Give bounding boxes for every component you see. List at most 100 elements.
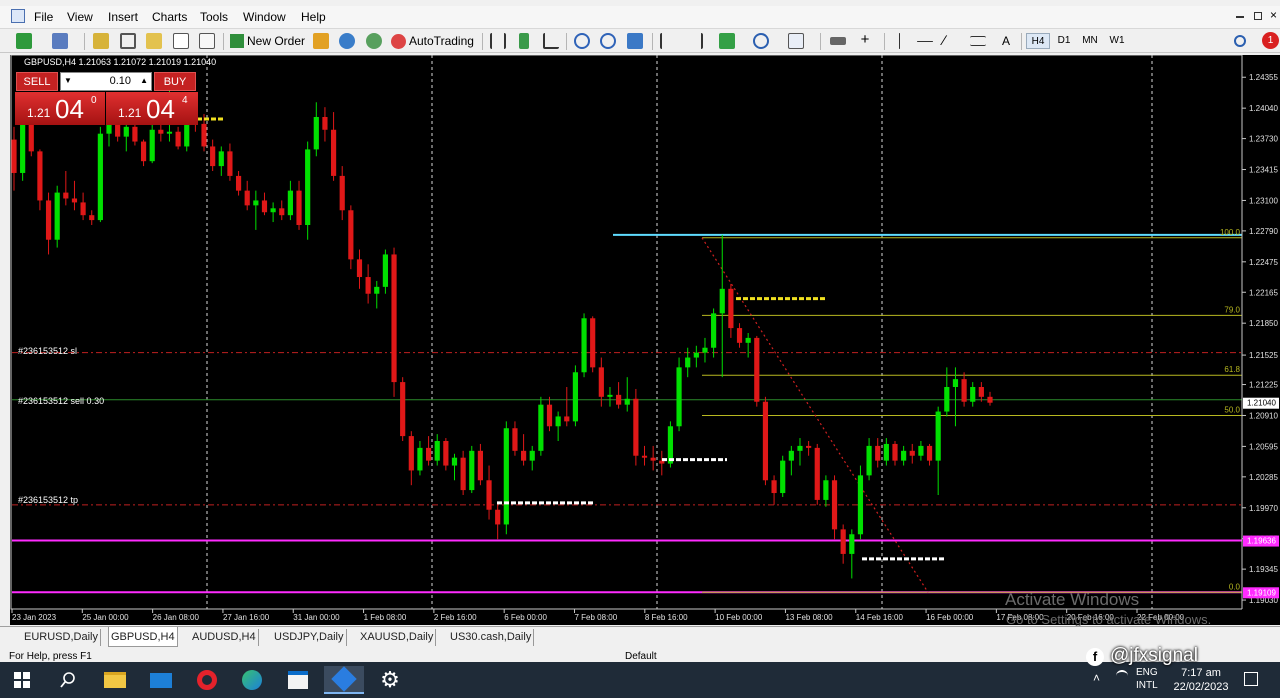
candle-body: [210, 146, 216, 167]
autotrading-button[interactable]: AutoTrading: [391, 32, 474, 50]
tab-xauusd-daily[interactable]: XAUUSD,Daily: [358, 629, 437, 646]
indicators-icon[interactable]: [719, 33, 735, 49]
status-help-text: For Help, press F1: [9, 651, 92, 662]
mail-icon: [150, 672, 172, 688]
data-window-icon[interactable]: [120, 33, 136, 49]
candle-body: [935, 411, 941, 461]
horizontal-line-icon[interactable]: [917, 41, 933, 42]
wifi-icon[interactable]: [1116, 670, 1128, 682]
candle-body: [261, 200, 268, 213]
time-tick-label: 6 Feb 00:00: [504, 613, 547, 622]
language-indicator[interactable]: ENG INTL: [1136, 666, 1158, 692]
zoom-in-icon[interactable]: [574, 33, 590, 49]
search-icon[interactable]: [1234, 35, 1246, 47]
periods-icon[interactable]: [753, 33, 769, 49]
candle-body: [270, 208, 276, 213]
chart-shift-icon[interactable]: [660, 33, 676, 49]
templates-icon[interactable]: [788, 33, 804, 49]
autoscroll-icon[interactable]: [687, 33, 703, 49]
tab-eurusd-daily[interactable]: EURUSD,Daily: [22, 629, 101, 646]
time-tick-label: 31 Jan 00:00: [293, 613, 340, 622]
file-explorer-button[interactable]: [95, 666, 135, 694]
sell-price[interactable]: 1.21 04 0: [15, 92, 105, 125]
candle-body: [797, 445, 803, 451]
menu-view[interactable]: View: [67, 10, 93, 24]
settings-button[interactable]: ⚙: [370, 666, 410, 694]
tab-us30-daily[interactable]: US30.cash,Daily: [448, 629, 535, 646]
tab-usdjpy-daily[interactable]: USDJPY,Daily: [272, 629, 347, 646]
timeframe-h4-button[interactable]: H4: [1026, 33, 1050, 49]
new-chart-icon[interactable]: [16, 33, 32, 49]
profiles-icon[interactable]: [52, 33, 68, 49]
channel-icon[interactable]: [970, 36, 986, 46]
menu-file[interactable]: File: [34, 10, 53, 24]
time-tick-label: 23 Jan 2023: [12, 613, 57, 622]
metatrader-button[interactable]: [324, 666, 364, 694]
price-tick-label: 1.23730: [1249, 135, 1278, 144]
buy-button[interactable]: BUY: [154, 72, 196, 91]
taskbar-search-button[interactable]: [48, 666, 88, 694]
timeframe-mn-button[interactable]: MN: [1078, 33, 1102, 49]
edge-button[interactable]: [232, 666, 272, 694]
store-icon: [288, 671, 308, 689]
menu-tools[interactable]: Tools: [200, 10, 228, 24]
vertical-line-icon[interactable]: [899, 33, 900, 49]
candle-body: [875, 445, 881, 461]
tile-windows-icon[interactable]: [627, 33, 643, 49]
fib-level-label: 61.8: [1224, 365, 1240, 374]
sell-button[interactable]: SELL: [16, 72, 58, 91]
tab-audusd-h4[interactable]: AUDUSD,H4: [190, 629, 259, 646]
store-button[interactable]: [278, 666, 318, 694]
watermark-title: Activate Windows: [1005, 590, 1140, 609]
zoom-out-icon[interactable]: [600, 33, 616, 49]
crosshair-icon[interactable]: +: [857, 32, 873, 49]
toolbar-separator: [652, 33, 653, 50]
fibonacci-retracement[interactable]: 100.0 79.0 61.8 50.0 0.0: [701, 228, 1242, 593]
market-icon[interactable]: [366, 33, 382, 49]
menu-window[interactable]: Window: [243, 10, 286, 24]
signals-icon[interactable]: [339, 33, 355, 49]
menu-help[interactable]: Help: [301, 10, 326, 24]
metaeditor-icon[interactable]: [313, 33, 329, 49]
text-tool-icon[interactable]: A: [998, 33, 1014, 49]
minimize-icon[interactable]: [1236, 16, 1244, 18]
mail-button[interactable]: [141, 666, 181, 694]
social-handle: @jfxsignal: [1110, 645, 1198, 666]
start-button[interactable]: [2, 666, 42, 694]
lot-size-input[interactable]: ▼ 0.10 ▲: [60, 72, 152, 91]
chart-canvas[interactable]: 100.0 79.0 61.8 50.0 0.0 1.24355 1.24040 1.237…: [10, 55, 1280, 625]
tray-chevron-icon[interactable]: ˄: [1093, 671, 1100, 685]
strategy-tester-icon[interactable]: [199, 33, 215, 49]
candlestick-chart-icon[interactable]: [519, 33, 529, 49]
action-center-icon[interactable]: [1244, 672, 1258, 686]
restore-icon[interactable]: [1254, 12, 1262, 20]
timeframe-w1-button[interactable]: W1: [1105, 33, 1129, 49]
lot-increase-icon[interactable]: ▲: [140, 76, 148, 85]
notification-icon[interactable]: 1: [1262, 32, 1279, 49]
candle-body: [54, 192, 60, 240]
cursor-icon[interactable]: [830, 37, 846, 45]
price-tick-label: 1.21525: [1249, 351, 1278, 360]
new-order-button[interactable]: New Order: [230, 32, 305, 50]
candle-body: [814, 447, 820, 500]
candle-body: [279, 208, 285, 216]
close-icon[interactable]: ×: [1270, 8, 1277, 22]
lot-decrease-icon[interactable]: ▼: [64, 76, 72, 85]
timeframe-d1-button[interactable]: D1: [1052, 33, 1076, 49]
trendline-icon[interactable]: ∕: [943, 33, 959, 49]
line-chart-icon[interactable]: [543, 33, 559, 49]
chart-window[interactable]: 100.0 79.0 61.8 50.0 0.0 1.24355 1.24040 1.237…: [10, 55, 1280, 627]
bar-chart-icon[interactable]: [490, 33, 506, 49]
market-watch-icon[interactable]: [93, 33, 109, 49]
buy-price[interactable]: 1.21 04 4: [106, 92, 198, 125]
terminal-icon[interactable]: [173, 33, 189, 49]
menu-charts[interactable]: Charts: [152, 10, 187, 24]
candle-body: [745, 337, 751, 343]
navigator-icon[interactable]: [146, 33, 162, 49]
menu-insert[interactable]: Insert: [108, 10, 138, 24]
tab-gbpusd-h4[interactable]: GBPUSD,H4: [108, 627, 178, 647]
plot-frame: [10, 55, 1243, 610]
menu-bar: File View Insert Charts Tools Window Hel…: [0, 6, 1280, 28]
system-clock[interactable]: 7:17 am 22/02/2023: [1170, 666, 1232, 694]
opera-button[interactable]: [187, 666, 227, 694]
